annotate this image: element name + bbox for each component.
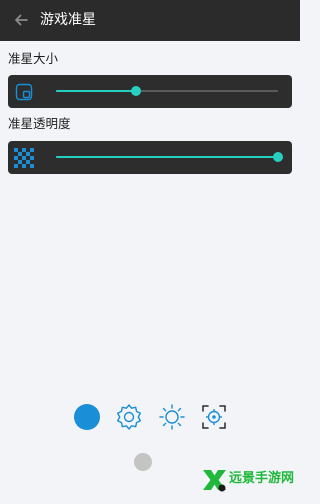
page-title: 游戏准星 (40, 12, 96, 28)
opacity-label: 准星透明度 (8, 116, 71, 131)
opacity-slider-panel (8, 141, 292, 174)
checkerboard-icon (14, 148, 34, 168)
opacity-slider-thumb[interactable] (273, 152, 283, 162)
arrow-left-icon[interactable] (11, 10, 31, 30)
brightness-icon[interactable] (157, 402, 187, 432)
crosshair-size-icon (15, 83, 33, 101)
filled-circle-icon[interactable] (72, 402, 102, 432)
watermark-logo-icon (203, 470, 226, 492)
gear-icon[interactable] (114, 402, 144, 432)
size-slider-thumb[interactable] (130, 86, 141, 96)
opacity-slider-fill (56, 156, 278, 158)
size-slider[interactable] (56, 86, 278, 96)
size-label: 准星大小 (8, 51, 59, 66)
crosshair-target-icon[interactable] (199, 402, 229, 432)
header-bar: 游戏准星 (0, 0, 300, 41)
opacity-slider[interactable] (56, 152, 283, 162)
watermark-text: 远景手游网 (229, 471, 295, 486)
watermark-logo: 远景手游网 (200, 466, 296, 494)
size-slider-panel (8, 75, 292, 108)
size-slider-fill (56, 90, 136, 92)
toggle-switch[interactable] (132, 451, 154, 473)
